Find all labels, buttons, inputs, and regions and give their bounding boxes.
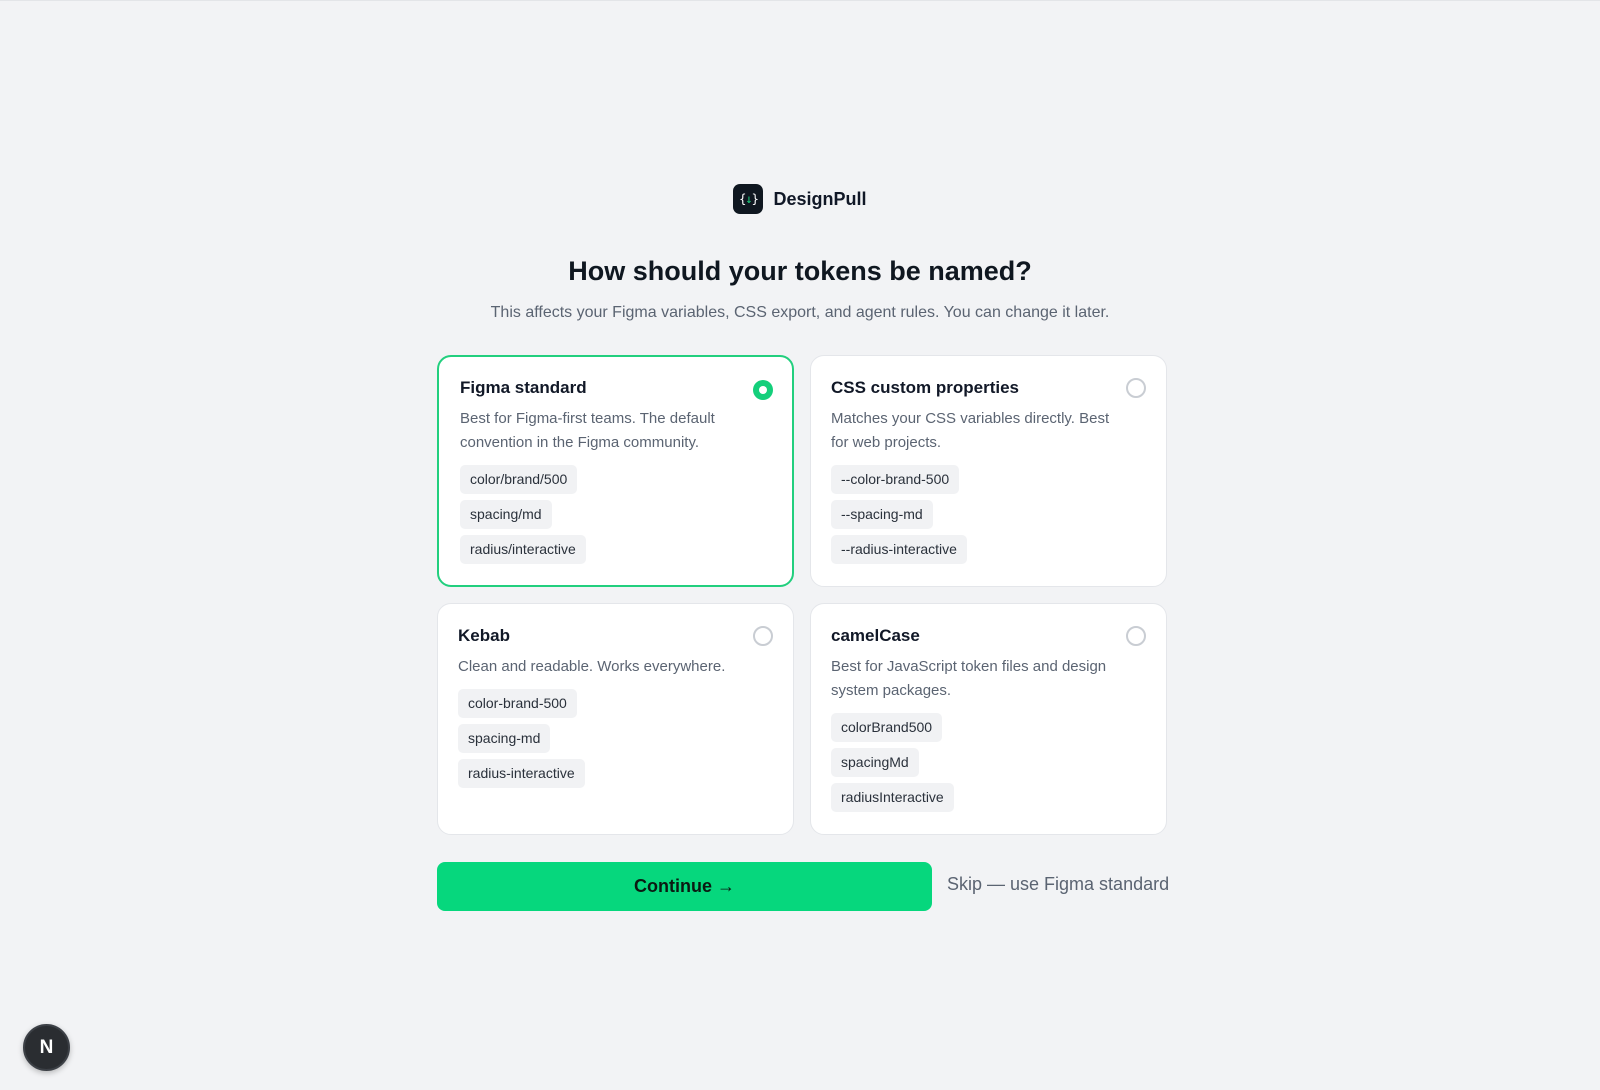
example-chip: color/brand/500 — [460, 465, 578, 494]
continue-button[interactable]: Continue → — [437, 862, 932, 911]
example-chip: radius-interactive — [458, 759, 585, 788]
dev-tools-badge[interactable]: N — [23, 1024, 70, 1071]
example-list: colorBrand500 spacingMd radiusInteractiv… — [831, 713, 1146, 812]
option-card-figma-standard[interactable]: Figma standard Best for Figma-first team… — [437, 355, 794, 587]
example-chip: --color-brand-500 — [831, 465, 960, 494]
option-title: Figma standard — [460, 378, 587, 397]
brand-name: DesignPull — [773, 188, 867, 209]
radio-unselected-icon[interactable] — [1126, 626, 1146, 646]
naming-options-grid: Figma standard Best for Figma-first team… — [437, 355, 1167, 835]
example-chip: spacingMd — [831, 748, 919, 777]
option-title: CSS custom properties — [831, 378, 1019, 397]
option-description: Best for JavaScript token files and desi… — [831, 658, 1107, 699]
example-chip: radiusInteractive — [831, 783, 954, 812]
example-chip: --radius-interactive — [831, 535, 967, 564]
radio-unselected-icon[interactable] — [1126, 378, 1146, 398]
skip-link[interactable]: Skip — use Figma standard — [947, 874, 1169, 895]
example-chip: colorBrand500 — [831, 713, 943, 742]
option-card-camelcase[interactable]: camelCase Best for JavaScript token file… — [810, 603, 1167, 835]
option-description: Best for Figma-first teams. The default … — [460, 410, 715, 451]
brand-logo-icon: {↓} — [733, 184, 764, 214]
brand-header: {↓} DesignPull — [0, 184, 1600, 214]
n-logo-icon: N — [39, 1036, 54, 1058]
example-list: color/brand/500 spacing/md radius/intera… — [460, 465, 773, 564]
page-subtitle: This affects your Figma variables, CSS e… — [490, 304, 1110, 321]
option-title: camelCase — [831, 626, 920, 645]
option-card-css-custom-properties[interactable]: CSS custom properties Matches your CSS v… — [810, 355, 1167, 587]
radio-unselected-icon[interactable] — [753, 626, 773, 646]
option-title: Kebab — [458, 626, 510, 645]
option-card-kebab[interactable]: Kebab Clean and readable. Works everywhe… — [437, 603, 794, 835]
radio-selected-icon[interactable] — [753, 380, 773, 400]
example-chip: radius/interactive — [460, 535, 586, 564]
example-chip: color-brand-500 — [458, 689, 577, 718]
example-chip: --spacing-md — [831, 500, 933, 529]
example-chip: spacing-md — [458, 724, 551, 753]
example-list: --color-brand-500 --spacing-md --radius-… — [831, 465, 1146, 564]
page-title: How should your tokens be named? — [568, 256, 1032, 286]
logo-brace-right: } — [751, 192, 759, 206]
option-description: Matches your CSS variables directly. Bes… — [831, 410, 1110, 451]
option-description: Clean and readable. Works everywhere. — [458, 658, 726, 675]
example-chip: spacing/md — [460, 500, 552, 529]
example-list: color-brand-500 spacing-md radius-intera… — [458, 689, 773, 788]
